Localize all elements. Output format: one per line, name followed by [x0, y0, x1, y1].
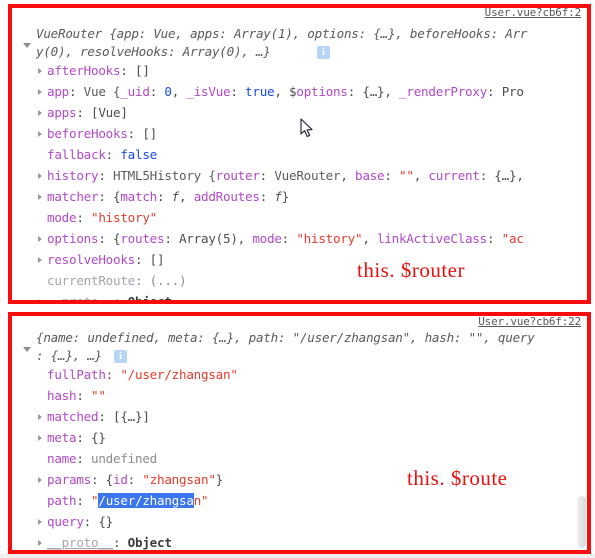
console-row-path[interactable]: path: "/user/zhangsan"	[47, 493, 209, 508]
console-row-mode[interactable]: mode: "history"	[47, 211, 157, 225]
object-preview-line-2-route: : {…}, …}	[36, 348, 102, 363]
annotation-label-router: this. $router	[357, 258, 465, 282]
console-row-beforeHooks[interactable]: beforeHooks: []	[47, 127, 157, 141]
console-row-hash[interactable]: hash: ""	[47, 389, 106, 403]
annotation-box-router: User.vue?cb6f:2 VueRouter {app: Vue, app…	[8, 4, 591, 304]
console-row-currentRoute[interactable]: currentRoute: (...)	[47, 274, 187, 288]
console-group-router: User.vue?cb6f:2 VueRouter {app: Vue, app…	[12, 8, 587, 300]
disclosure-triangle-proto-router[interactable]	[38, 299, 42, 300]
scrollbar-thumb[interactable]	[577, 496, 586, 548]
disclosure-triangle-app[interactable]	[38, 89, 42, 95]
disclosure-triangle-resolveHooks[interactable]	[38, 257, 42, 263]
source-link-route[interactable]: User.vue?cb6f:22	[478, 316, 581, 328]
disclosure-triangle-params[interactable]	[38, 477, 42, 483]
disclosure-triangle-meta[interactable]	[38, 435, 42, 441]
text-selection-path[interactable]: /user/zhangsa	[98, 493, 194, 508]
console-row-resolveHooks[interactable]: resolveHooks: []	[47, 253, 165, 267]
disclosure-triangle-matcher[interactable]	[38, 194, 42, 200]
annotation-label-route: this. $route	[407, 466, 508, 490]
console-row-params[interactable]: params: {id: "zhangsan"}	[47, 473, 223, 487]
disclosure-triangle-matched[interactable]	[38, 414, 42, 420]
console-row-meta[interactable]: meta: {}	[47, 431, 106, 445]
console-row-afterHooks[interactable]: afterHooks: []	[47, 64, 150, 78]
object-preview-line-1-route: {name: undefined, meta: {…}, path: "/use…	[36, 330, 535, 345]
console-row-apps[interactable]: apps: [Vue]	[47, 106, 128, 120]
devtools-console-screenshot: User.vue?cb6f:2 VueRouter {app: Vue, app…	[0, 0, 595, 558]
console-row-fullPath[interactable]: fullPath: "/user/zhangsan"	[47, 368, 238, 382]
window-bottom-edge	[0, 554, 595, 558]
source-link-router[interactable]: User.vue?cb6f:2	[485, 8, 582, 19]
disclosure-triangle-router-root[interactable]	[23, 43, 31, 48]
disclosure-triangle-beforeHooks[interactable]	[38, 131, 42, 137]
console-row-query[interactable]: query: {}	[47, 515, 113, 529]
console-row-options[interactable]: options: {routes: Array(5), mode: "histo…	[47, 232, 524, 246]
disclosure-triangle-history[interactable]	[38, 173, 42, 179]
console-group-route: User.vue?cb6f:22 {name: undefined, meta:…	[12, 316, 587, 550]
console-row-matcher[interactable]: matcher: {match: f, addRoutes: f}	[47, 190, 289, 204]
console-row-name[interactable]: name: undefined	[47, 452, 157, 466]
disclosure-triangle-route-root[interactable]	[23, 347, 31, 352]
console-row-history[interactable]: history: HTML5History {router: VueRouter…	[47, 169, 524, 183]
mouse-cursor-icon	[300, 118, 313, 138]
annotation-box-route: User.vue?cb6f:22 {name: undefined, meta:…	[8, 312, 591, 554]
console-row-matched[interactable]: matched: [{…}]	[47, 410, 150, 424]
object-preview-line-1: VueRouter {app: Vue, apps: Array(1), opt…	[36, 26, 528, 41]
disclosure-triangle-afterHooks[interactable]	[38, 68, 42, 74]
console-row-fallback[interactable]: fallback: false	[47, 148, 157, 162]
disclosure-triangle-apps[interactable]	[38, 110, 42, 116]
disclosure-triangle-query[interactable]	[38, 519, 42, 525]
disclosure-triangle-options[interactable]	[38, 236, 42, 242]
console-row-app[interactable]: app: Vue {_uid: 0, _isVue: true, $option…	[47, 85, 524, 99]
object-preview-line-2: y(0), resolveHooks: Array(0), …}	[36, 44, 271, 59]
console-row-proto-route[interactable]: __proto__: Object	[47, 536, 172, 550]
info-badge-router[interactable]: i	[317, 46, 330, 59]
info-badge-route[interactable]: i	[114, 350, 127, 363]
disclosure-triangle-proto-route[interactable]	[38, 540, 42, 546]
console-row-proto-router[interactable]: __proto__: Object	[47, 295, 172, 301]
